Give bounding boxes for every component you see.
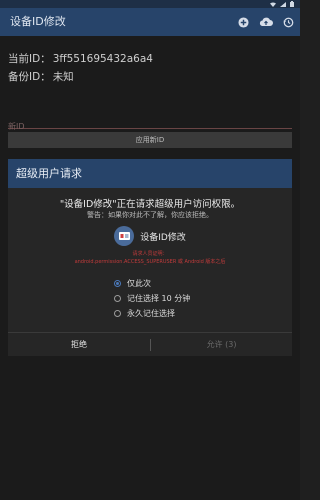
request-info-line-1: 请求人员证明：: [132, 251, 168, 257]
new-id-field[interactable]: [8, 114, 292, 134]
status-bar: [0, 0, 300, 8]
dialog-title: 超级用户请求: [16, 167, 82, 180]
dialog-footer: 拒绝 允许 (3): [8, 332, 292, 357]
option-once-label: 仅此次: [127, 278, 151, 288]
dialog-warning: 警告：如果你对此不了解，你应该拒绝。: [87, 211, 213, 219]
app-bar-actions: [238, 8, 294, 36]
battery-icon: [290, 1, 294, 7]
dialog-message: "设备ID修改"正在请求超级用户访问权限。: [59, 199, 241, 210]
device-id-icon: [114, 226, 135, 246]
radio-remember-forever[interactable]: [114, 309, 121, 317]
option-once[interactable]: 仅此次: [114, 277, 151, 289]
allow-button[interactable]: 允许 (3): [151, 333, 292, 357]
option-remember-forever-label: 永久记住选择: [127, 308, 175, 318]
apply-new-id-button[interactable]: 应用新ID: [8, 132, 292, 148]
current-id-line: 当前ID： 3ff551695432a6a4: [8, 51, 153, 66]
app-bar: 设备ID修改: [0, 8, 300, 36]
history-icon[interactable]: [283, 17, 294, 28]
option-remember-10-min[interactable]: 记住选择 10 分钟: [114, 292, 190, 304]
cloud-upload-icon[interactable]: [259, 17, 273, 27]
dialog-header: 超级用户请求: [8, 159, 292, 188]
option-remember-forever[interactable]: 永久记住选择: [114, 307, 175, 319]
backup-id-label: 备份ID：: [8, 71, 51, 83]
radio-remember-10-min[interactable]: [114, 294, 121, 302]
current-id-value: 3ff551695432a6a4: [52, 53, 153, 65]
add-circle-icon[interactable]: [238, 16, 249, 28]
current-id-label: 当前ID：: [8, 53, 51, 65]
option-remember-10-min-label: 记住选择 10 分钟: [127, 293, 191, 303]
superuser-request-dialog: 超级用户请求 "设备ID修改"正在请求超级用户访问权限。 警告：如果你对此不了解…: [8, 159, 292, 356]
requesting-app: 设备ID修改: [8, 225, 292, 247]
deny-button[interactable]: 拒绝: [8, 333, 150, 357]
app-title: 设备ID修改: [10, 15, 66, 28]
request-info-line-2: android.permission.ACCESS_SUPERUSER 或 An…: [74, 259, 226, 265]
app-name: 设备ID修改: [140, 232, 186, 243]
wifi-icon: [270, 2, 276, 7]
status-icons: [270, 0, 294, 8]
signal-icon: [280, 1, 286, 7]
backup-id-line: 备份ID： 未知: [8, 69, 74, 84]
radio-once[interactable]: [114, 279, 121, 287]
backup-id-value: 未知: [52, 71, 74, 83]
